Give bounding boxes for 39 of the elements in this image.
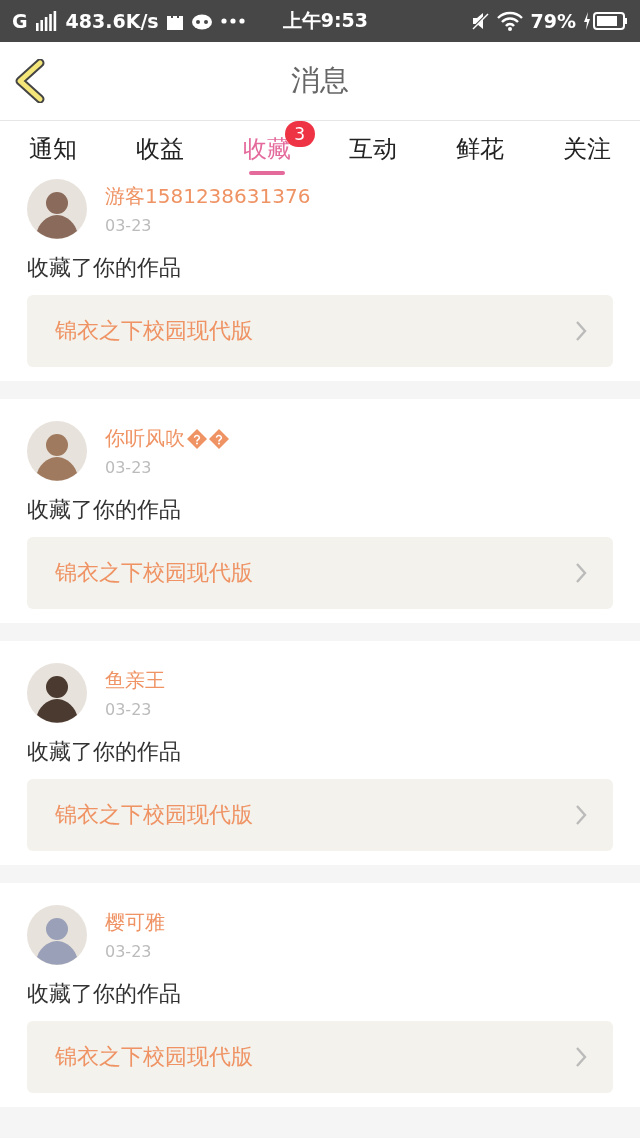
user-name: 鱼亲王 [105,667,165,694]
signal-icon [35,11,58,31]
unknown-character-icon [209,428,229,449]
avatar-icon [27,663,87,723]
network-speed: 483.6K/s [65,10,159,32]
tab[interactable]: 收益 [106,121,214,177]
battery-percent: 79% [530,10,576,32]
message-text: 收藏了你的作品 [27,254,182,282]
avatar-icon [27,421,87,481]
wifi-icon [496,11,523,31]
back-icon [14,59,46,103]
tab[interactable]: 关注 [533,121,640,177]
message-date: 03-23 [105,216,153,235]
network-type: G [12,10,28,32]
tab-underline [248,171,285,175]
battery-icon [584,11,628,31]
avatar-icon [27,905,87,965]
tab[interactable]: 互动 [320,121,427,177]
user-name: 你听风吹 [105,425,185,452]
message-text: 收藏了你的作品 [27,980,182,1008]
more-icon [220,18,245,24]
message-date: 03-23 [105,458,153,477]
clock: 上午9:53 [282,8,368,33]
message-text: 收藏了你的作品 [27,738,182,766]
tab[interactable]: 通知 [0,121,107,177]
message-date: 03-23 [105,942,153,961]
page-title: 消息 [291,62,349,99]
chevron-icon [575,562,587,584]
tab[interactable]: 鲜花 [426,121,534,177]
mute-icon [470,12,489,30]
unknown-character-icon [187,428,207,449]
message-text: 收藏了你的作品 [27,496,182,524]
user-name: 樱可雅 [105,909,165,936]
user-name: 游客1581238631376 [105,183,311,210]
message-date: 03-23 [105,700,153,719]
chevron-icon [575,1046,587,1068]
avatar-icon [27,179,87,239]
chevron-icon [575,320,587,342]
chevron-icon [575,804,587,826]
